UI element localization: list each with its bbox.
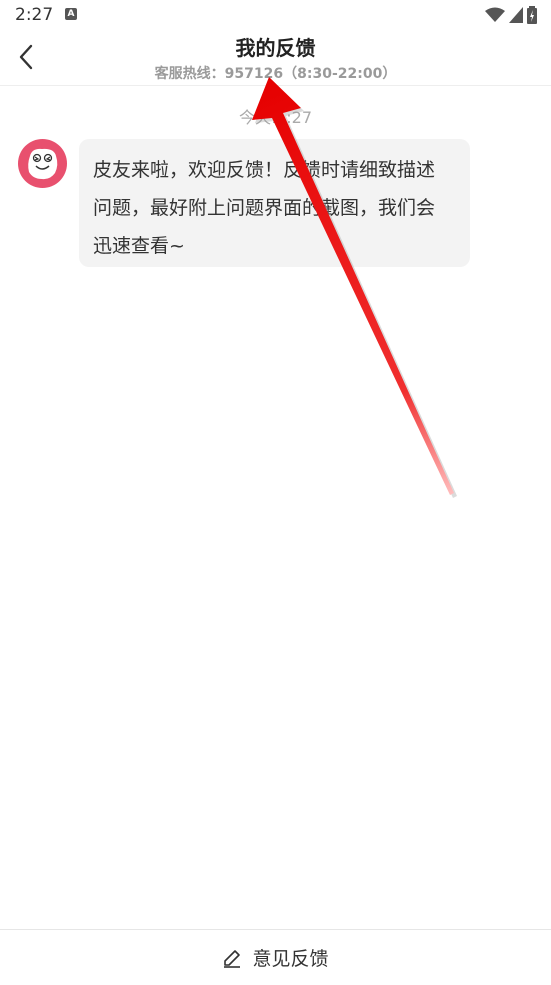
- status-bar: 2:27 A: [0, 0, 551, 30]
- feedback-button[interactable]: 意见反馈: [0, 929, 551, 985]
- status-time: 2:27: [15, 5, 54, 25]
- nav-bar: 我的反馈 客服热线：957126（8:30-22:00）: [0, 30, 551, 86]
- message-line: 皮友来啦，欢迎反馈！反馈时请细致描述: [93, 159, 436, 181]
- status-icons: [485, 6, 537, 24]
- page-title: 我的反馈: [235, 36, 316, 60]
- avatar: [18, 139, 67, 188]
- pipi-avatar-icon: [18, 139, 67, 188]
- a-notification-icon: A: [65, 8, 77, 20]
- message-line: 问题，最好附上问题界面的截图，我们会: [93, 197, 436, 219]
- feedback-button-label: 意见反馈: [252, 948, 329, 970]
- message-line: 迅速查看~: [93, 235, 185, 257]
- edit-icon: [224, 949, 241, 968]
- chat-timestamp: 今天1 :27: [238, 108, 313, 127]
- hotline-text: 客服热线：957126（8:30-22:00）: [154, 66, 397, 82]
- message-bubble: 皮友来啦，欢迎反馈！反馈时请细致描述 问题，最好附上问题界面的截图，我们会 迅速…: [79, 139, 470, 267]
- wifi-icon: [485, 7, 505, 22]
- signal-icon: [509, 7, 523, 23]
- battery-charging-icon: [527, 6, 537, 24]
